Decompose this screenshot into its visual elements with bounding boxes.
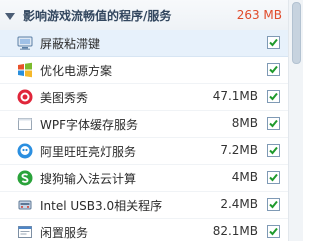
item-name: 阿里旺旺亮灯服务 [40,145,137,159]
list-item[interactable]: WPF字体缓存服务 8MB [0,111,288,138]
list-item[interactable]: 闲置服务 82.1MB [0,219,288,241]
item-size: 2.4MB [220,197,258,211]
section-header[interactable]: 影响游戏流畅值的程序/服务 263 MB [0,0,288,31]
item-checkbox[interactable] [267,225,280,238]
item-size: 47.1MB [212,89,258,103]
item-checkbox[interactable] [267,117,280,130]
item-name: Intel USB3.0相关程序 [40,199,163,213]
scrollbar-thumb[interactable] [292,2,301,64]
aliwangwang-icon [16,142,34,160]
item-size: 4MB [231,170,258,184]
optimization-panel: 影响游戏流畅值的程序/服务 263 MB 屏蔽粘滞键 优化电源方案 美图秀秀 4… [0,0,303,241]
section-title: 影响游戏流畅值的程序/服务 [23,8,172,23]
item-checkbox[interactable] [267,36,280,49]
item-size: 7.2MB [220,143,258,157]
item-list: 屏蔽粘滞键 优化电源方案 美图秀秀 47.1MB WPF字体缓存服务 8MB 阿… [0,30,288,241]
section-total-size: 263 MB [236,8,282,22]
item-name: WPF字体缓存服务 [40,118,139,132]
list-item[interactable]: 优化电源方案 [0,57,288,84]
meitu-icon [16,88,34,106]
item-name: 闲置服务 [40,226,89,240]
list-item[interactable]: 屏蔽粘滞键 [0,30,288,57]
item-checkbox[interactable] [267,198,280,211]
item-name: 搜狗输入法云计算 [40,172,137,186]
vertical-scrollbar[interactable] [288,0,303,241]
list-item[interactable]: 阿里旺旺亮灯服务 7.2MB [0,138,288,165]
usb-icon [16,196,34,214]
item-checkbox[interactable] [267,144,280,157]
list-item[interactable]: 搜狗输入法云计算 4MB [0,165,288,192]
monitor-icon [16,34,34,52]
windows-logo-icon [16,61,34,79]
item-checkbox[interactable] [267,90,280,103]
item-name: 优化电源方案 [40,64,113,78]
list-item[interactable]: Intel USB3.0相关程序 2.4MB [0,192,288,219]
sogou-icon [16,169,34,187]
item-size: 82.1MB [212,224,258,238]
item-name: 屏蔽粘滞键 [40,37,101,51]
blank-window-icon [16,115,34,133]
item-size: 8MB [231,116,258,130]
service-window-icon [16,223,34,241]
list-item[interactable]: 美图秀秀 47.1MB [0,84,288,111]
item-checkbox[interactable] [267,63,280,76]
chevron-down-icon[interactable] [5,12,15,20]
item-checkbox[interactable] [267,171,280,184]
item-name: 美图秀秀 [40,91,89,105]
